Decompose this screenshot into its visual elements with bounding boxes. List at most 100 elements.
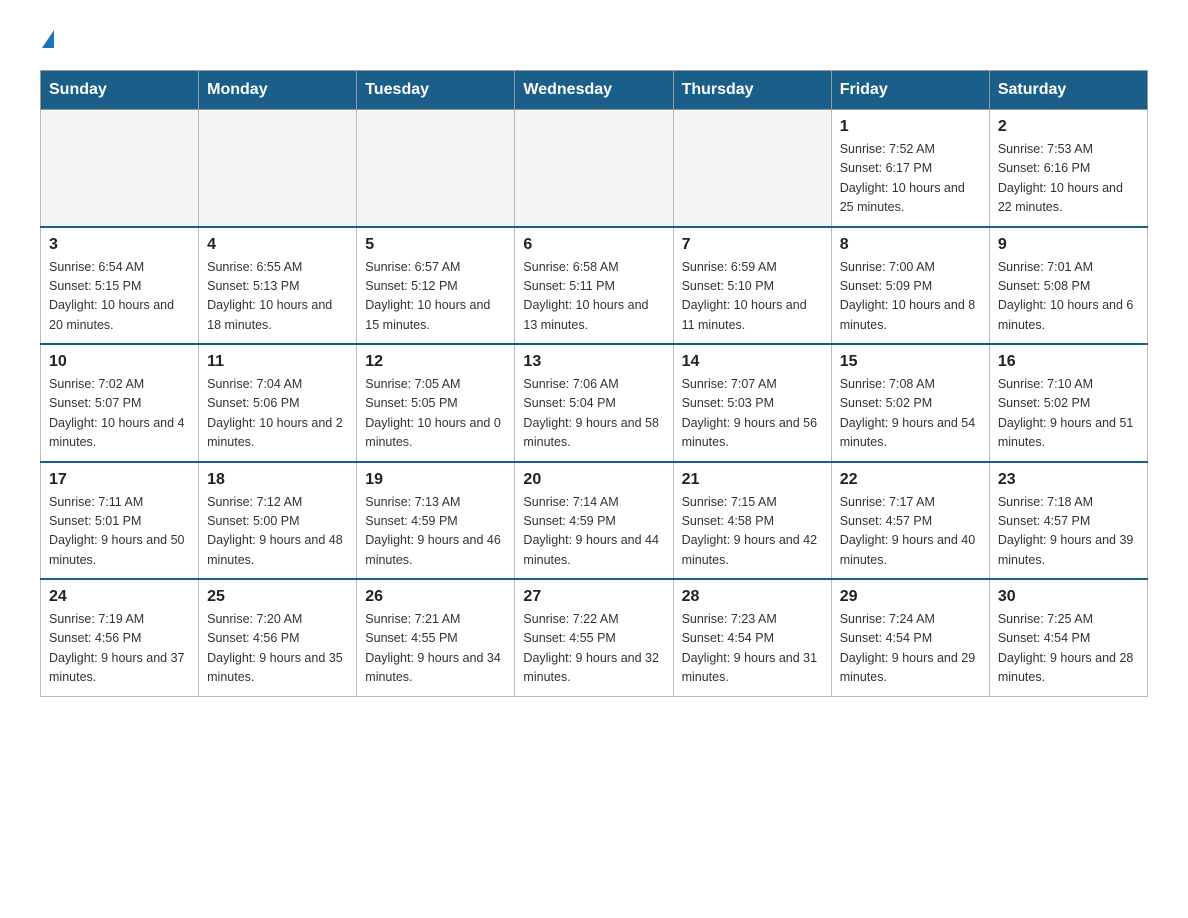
day-number: 18 — [207, 471, 348, 489]
day-of-week-header: Tuesday — [357, 71, 515, 110]
table-row: 14 Sunrise: 7:07 AMSunset: 5:03 PMDayligh… — [673, 344, 831, 462]
day-number: 14 — [682, 353, 823, 371]
day-number: 3 — [49, 236, 190, 254]
calendar-header-row: SundayMondayTuesdayWednesdayThursdayFrid… — [41, 71, 1148, 110]
day-number: 24 — [49, 588, 190, 606]
day-number: 4 — [207, 236, 348, 254]
sun-info: Sunrise: 7:52 AMSunset: 6:17 PMDaylight:… — [840, 140, 981, 218]
sun-info: Sunrise: 7:11 AMSunset: 5:01 PMDaylight:… — [49, 493, 190, 571]
day-number: 27 — [523, 588, 664, 606]
table-row: 15 Sunrise: 7:08 AMSunset: 5:02 PMDayligh… — [831, 344, 989, 462]
table-row: 22 Sunrise: 7:17 AMSunset: 4:57 PMDayligh… — [831, 462, 989, 580]
table-row: 19 Sunrise: 7:13 AMSunset: 4:59 PMDayligh… — [357, 462, 515, 580]
sun-info: Sunrise: 6:58 AMSunset: 5:11 PMDaylight:… — [523, 258, 664, 336]
logo-triangle-icon — [42, 30, 54, 48]
day-number: 10 — [49, 353, 190, 371]
table-row: 12Sunrise: 7:05 AMSunset: 5:05 PMDayligh… — [357, 344, 515, 462]
sun-info: Sunrise: 7:06 AMSunset: 5:04 PMDaylight:… — [523, 375, 664, 453]
sun-info: Sunrise: 7:17 AMSunset: 4:57 PMDaylight:… — [840, 493, 981, 571]
day-number: 22 — [840, 471, 981, 489]
table-row: 26Sunrise: 7:21 AMSunset: 4:55 PMDayligh… — [357, 579, 515, 696]
table-row: 21Sunrise: 7:15 AMSunset: 4:58 PMDayligh… — [673, 462, 831, 580]
table-row: 23 Sunrise: 7:18 AMSunset: 4:57 PMDayligh… — [989, 462, 1147, 580]
calendar-week-row: 1 Sunrise: 7:52 AMSunset: 6:17 PMDaylight… — [41, 110, 1148, 227]
table-row: 8 Sunrise: 7:00 AMSunset: 5:09 PMDaylight… — [831, 227, 989, 345]
day-of-week-header: Saturday — [989, 71, 1147, 110]
table-row: 25 Sunrise: 7:20 AMSunset: 4:56 PMDayligh… — [199, 579, 357, 696]
day-number: 16 — [998, 353, 1139, 371]
sun-info: Sunrise: 6:59 AMSunset: 5:10 PMDaylight:… — [682, 258, 823, 336]
day-number: 7 — [682, 236, 823, 254]
day-number: 28 — [682, 588, 823, 606]
table-row — [515, 110, 673, 227]
table-row: 28 Sunrise: 7:23 AMSunset: 4:54 PMDayligh… — [673, 579, 831, 696]
sun-info: Sunrise: 7:21 AMSunset: 4:55 PMDaylight:… — [365, 610, 506, 688]
table-row: 2 Sunrise: 7:53 AMSunset: 6:16 PMDaylight… — [989, 110, 1147, 227]
day-number: 15 — [840, 353, 981, 371]
sun-info: Sunrise: 7:18 AMSunset: 4:57 PMDaylight:… — [998, 493, 1139, 571]
table-row: 5 Sunrise: 6:57 AMSunset: 5:12 PMDaylight… — [357, 227, 515, 345]
sun-info: Sunrise: 6:57 AMSunset: 5:12 PMDaylight:… — [365, 258, 506, 336]
sun-info: Sunrise: 7:07 AMSunset: 5:03 PMDaylight:… — [682, 375, 823, 453]
day-number: 17 — [49, 471, 190, 489]
table-row: 24 Sunrise: 7:19 AMSunset: 4:56 PMDayligh… — [41, 579, 199, 696]
sun-info: Sunrise: 6:54 AMSunset: 5:15 PMDaylight:… — [49, 258, 190, 336]
day-number: 5 — [365, 236, 506, 254]
table-row — [357, 110, 515, 227]
day-number: 11 — [207, 353, 348, 371]
day-number: 21 — [682, 471, 823, 489]
day-number: 9 — [998, 236, 1139, 254]
table-row: 30Sunrise: 7:25 AMSunset: 4:54 PMDayligh… — [989, 579, 1147, 696]
table-row: 27 Sunrise: 7:22 AMSunset: 4:55 PMDayligh… — [515, 579, 673, 696]
table-row: 17 Sunrise: 7:11 AMSunset: 5:01 PMDayligh… — [41, 462, 199, 580]
sun-info: Sunrise: 7:00 AMSunset: 5:09 PMDaylight:… — [840, 258, 981, 336]
sun-info: Sunrise: 7:23 AMSunset: 4:54 PMDaylight:… — [682, 610, 823, 688]
day-number: 1 — [840, 118, 981, 136]
sun-info: Sunrise: 7:12 AMSunset: 5:00 PMDaylight:… — [207, 493, 348, 571]
day-of-week-header: Thursday — [673, 71, 831, 110]
calendar-week-row: 3 Sunrise: 6:54 AMSunset: 5:15 PMDaylight… — [41, 227, 1148, 345]
day-number: 29 — [840, 588, 981, 606]
calendar-week-row: 17 Sunrise: 7:11 AMSunset: 5:01 PMDayligh… — [41, 462, 1148, 580]
table-row: 13 Sunrise: 7:06 AMSunset: 5:04 PMDayligh… — [515, 344, 673, 462]
day-number: 19 — [365, 471, 506, 489]
sun-info: Sunrise: 7:04 AMSunset: 5:06 PMDaylight:… — [207, 375, 348, 453]
table-row: 9 Sunrise: 7:01 AMSunset: 5:08 PMDaylight… — [989, 227, 1147, 345]
calendar-week-row: 10Sunrise: 7:02 AMSunset: 5:07 PMDayligh… — [41, 344, 1148, 462]
sun-info: Sunrise: 7:22 AMSunset: 4:55 PMDaylight:… — [523, 610, 664, 688]
sun-info: Sunrise: 7:20 AMSunset: 4:56 PMDaylight:… — [207, 610, 348, 688]
day-of-week-header: Wednesday — [515, 71, 673, 110]
sun-info: Sunrise: 7:53 AMSunset: 6:16 PMDaylight:… — [998, 140, 1139, 218]
table-row: 3 Sunrise: 6:54 AMSunset: 5:15 PMDaylight… — [41, 227, 199, 345]
table-row: 18 Sunrise: 7:12 AMSunset: 5:00 PMDayligh… — [199, 462, 357, 580]
sun-info: Sunrise: 6:55 AMSunset: 5:13 PMDaylight:… — [207, 258, 348, 336]
sun-info: Sunrise: 7:19 AMSunset: 4:56 PMDaylight:… — [49, 610, 190, 688]
day-number: 2 — [998, 118, 1139, 136]
day-number: 8 — [840, 236, 981, 254]
table-row: 10Sunrise: 7:02 AMSunset: 5:07 PMDayligh… — [41, 344, 199, 462]
page-header — [40, 30, 1148, 50]
day-of-week-header: Friday — [831, 71, 989, 110]
day-of-week-header: Monday — [199, 71, 357, 110]
table-row: 4 Sunrise: 6:55 AMSunset: 5:13 PMDaylight… — [199, 227, 357, 345]
day-number: 23 — [998, 471, 1139, 489]
day-number: 20 — [523, 471, 664, 489]
sun-info: Sunrise: 7:14 AMSunset: 4:59 PMDaylight:… — [523, 493, 664, 571]
table-row: 20 Sunrise: 7:14 AMSunset: 4:59 PMDayligh… — [515, 462, 673, 580]
table-row: 11 Sunrise: 7:04 AMSunset: 5:06 PMDayligh… — [199, 344, 357, 462]
day-number: 13 — [523, 353, 664, 371]
sun-info: Sunrise: 7:10 AMSunset: 5:02 PMDaylight:… — [998, 375, 1139, 453]
sun-info: Sunrise: 7:13 AMSunset: 4:59 PMDaylight:… — [365, 493, 506, 571]
table-row — [199, 110, 357, 227]
logo — [40, 30, 54, 50]
sun-info: Sunrise: 7:05 AMSunset: 5:05 PMDaylight:… — [365, 375, 506, 453]
calendar-week-row: 24 Sunrise: 7:19 AMSunset: 4:56 PMDayligh… — [41, 579, 1148, 696]
day-number: 25 — [207, 588, 348, 606]
sun-info: Sunrise: 7:08 AMSunset: 5:02 PMDaylight:… — [840, 375, 981, 453]
table-row: 16 Sunrise: 7:10 AMSunset: 5:02 PMDayligh… — [989, 344, 1147, 462]
day-number: 6 — [523, 236, 664, 254]
sun-info: Sunrise: 7:01 AMSunset: 5:08 PMDaylight:… — [998, 258, 1139, 336]
calendar-table: SundayMondayTuesdayWednesdayThursdayFrid… — [40, 70, 1148, 697]
table-row: 29Sunrise: 7:24 AMSunset: 4:54 PMDayligh… — [831, 579, 989, 696]
day-number: 30 — [998, 588, 1139, 606]
